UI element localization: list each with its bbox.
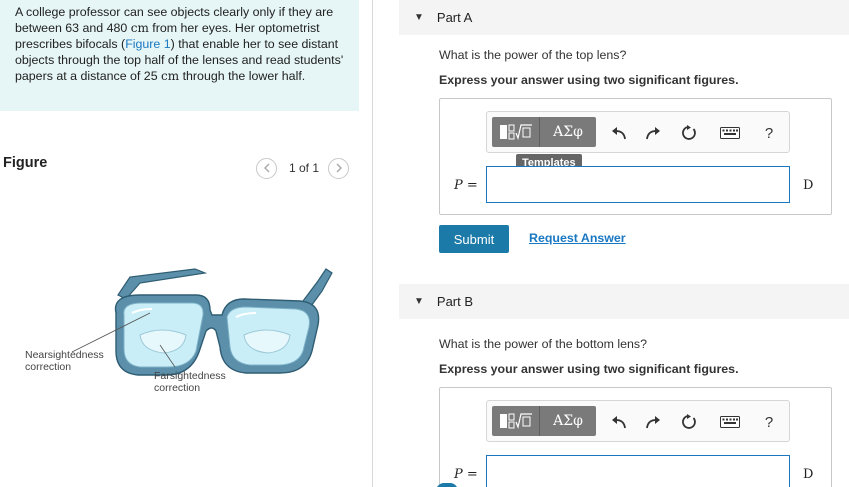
chevron-left-icon[interactable]: [256, 157, 277, 179]
part-a-instruction: Express your answer using two significan…: [439, 73, 739, 87]
caret-down-icon: ▼: [414, 12, 424, 23]
part-b-answer-input[interactable]: [486, 455, 790, 487]
templates-button[interactable]: ΑΣφ: [492, 406, 596, 436]
part-b-variable: P: [454, 467, 463, 482]
part-a-answer-input[interactable]: [486, 166, 790, 203]
part-b-title: Part B: [436, 294, 474, 309]
fraction-sqrt-icon[interactable]: [492, 406, 540, 436]
request-answer-link[interactable]: Request Answer: [529, 231, 626, 245]
math-toolbar: ΑΣφ Templates ?: [486, 111, 790, 172]
part-a-variable: P: [454, 178, 463, 193]
undo-icon[interactable]: [608, 122, 630, 144]
figure-link[interactable]: Figure 1: [125, 37, 170, 51]
math-toolbar: ΑΣφ ?: [486, 400, 790, 442]
submit-button[interactable]: Submit: [439, 225, 509, 253]
fraction-sqrt-icon[interactable]: [492, 117, 540, 147]
help-icon[interactable]: ?: [758, 122, 780, 144]
part-b-question: What is the power of the bottom lens?: [439, 337, 647, 351]
figure-pager: 1 of 1: [256, 157, 350, 179]
part-b-answer-box: ΑΣφ ? P = D: [439, 387, 832, 487]
column-divider: [372, 0, 373, 487]
part-a-variable-label: P =: [454, 178, 478, 193]
greek-symbols-button[interactable]: ΑΣφ: [540, 117, 596, 147]
problem-text-4: through the lower half.: [179, 69, 306, 83]
caret-down-icon: ▼: [414, 296, 424, 307]
part-b-equals: =: [462, 467, 478, 482]
reset-icon[interactable]: [678, 122, 700, 144]
label-nearsightedness: Nearsightedness correction: [25, 349, 104, 373]
problem-statement: A college professor can see objects clea…: [0, 0, 359, 111]
part-a-header[interactable]: ▼ Part A: [399, 0, 849, 35]
problem-unit-1: cm: [130, 21, 149, 35]
label-farsightedness: Farsightedness correction: [154, 370, 226, 394]
next-button-edge[interactable]: [436, 483, 458, 487]
redo-icon[interactable]: [642, 122, 664, 144]
greek-symbols-button[interactable]: ΑΣφ: [540, 406, 596, 436]
templates-button[interactable]: ΑΣφ: [492, 117, 596, 147]
pager-count: 1 of 1: [289, 161, 320, 175]
part-a-title: Part A: [436, 10, 473, 25]
help-icon[interactable]: ?: [758, 411, 780, 433]
part-b-instruction: Express your answer using two significan…: [439, 362, 739, 376]
part-b-variable-label: P =: [454, 467, 478, 482]
part-a-answer-box: ΑΣφ Templates ? P = D: [439, 98, 832, 215]
part-a-question: What is the power of the top lens?: [439, 48, 627, 62]
chevron-right-icon[interactable]: [328, 157, 350, 179]
reset-icon[interactable]: [678, 411, 700, 433]
keyboard-icon[interactable]: [717, 122, 743, 144]
keyboard-icon[interactable]: [717, 411, 743, 433]
part-a-unit: D: [803, 178, 814, 193]
part-a-equals: =: [462, 178, 478, 193]
redo-icon[interactable]: [642, 411, 664, 433]
figure-title: Figure: [3, 155, 48, 171]
problem-unit-2: cm: [161, 69, 180, 83]
undo-icon[interactable]: [608, 411, 630, 433]
part-b-unit: D: [803, 467, 814, 482]
part-b-header[interactable]: ▼ Part B: [399, 284, 849, 319]
